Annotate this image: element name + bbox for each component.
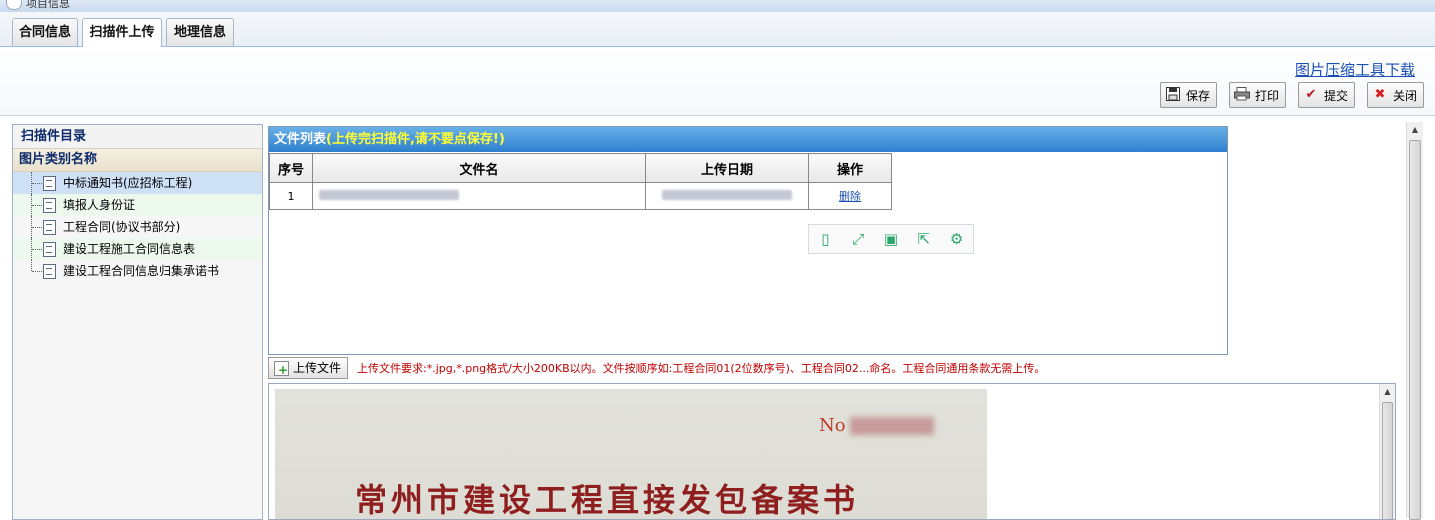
fit-page-icon[interactable]: ▯ <box>809 225 842 253</box>
save-label: 保存 <box>1186 88 1211 103</box>
scan-directory-title: 扫描件目录 <box>13 125 262 148</box>
submit-label: 提交 <box>1324 88 1349 103</box>
printer-icon <box>1234 87 1250 103</box>
document-icon <box>43 220 56 235</box>
download-compress-tool-link[interactable]: 图片压缩工具下载 <box>1295 59 1415 80</box>
tree-item-label: 建设工程合同信息归集承诺书 <box>63 264 220 278</box>
document-title: 常州市建设工程直接发包备案书 <box>355 481 860 519</box>
tree-item-label: 中标通知书(应招标工程) <box>63 176 193 190</box>
col-upload-date: 上传日期 <box>645 153 809 183</box>
row-filename[interactable] <box>312 182 646 210</box>
back-icon[interactable] <box>6 0 22 10</box>
save-button[interactable]: 保存 <box>1160 82 1218 108</box>
col-index: 序号 <box>269 153 313 183</box>
print-button[interactable]: 打印 <box>1229 82 1287 108</box>
file-table: 序号 文件名 上传日期 操作 1 删除 <box>269 153 892 210</box>
floppy-disk-icon <box>1165 87 1181 103</box>
scroll-up-arrow-icon[interactable]: ▲ <box>1380 384 1395 400</box>
tab-contract-info[interactable]: 合同信息 <box>12 18 78 46</box>
close-label: 关闭 <box>1393 88 1418 103</box>
upload-file-button[interactable]: 上传文件 <box>268 357 349 380</box>
file-list-header: 文件列表(上传完扫描件,请不要点保存!) <box>269 127 1227 152</box>
upload-requirements-text: 上传文件要求:*.jpg,*.png格式/大小200KB以内。文件按顺序如:工程… <box>357 362 1046 375</box>
close-icon: ✖ <box>1374 87 1386 102</box>
redacted-filename <box>319 189 459 200</box>
document-number-label: No <box>819 415 846 436</box>
checkmark-icon: ✔ <box>1305 87 1317 102</box>
add-file-icon <box>274 360 289 380</box>
document-icon <box>43 264 56 279</box>
upload-button-label: 上传文件 <box>293 361 342 375</box>
row-upload-date <box>645 182 809 210</box>
tree-item-label: 填报人身份证 <box>63 198 136 212</box>
close-button[interactable]: ✖ 关闭 <box>1367 82 1425 108</box>
document-icon <box>43 176 56 191</box>
preview-scrollbar[interactable]: ▲ <box>1379 384 1395 519</box>
image-preview: No 常州市建设工程直接发包备案书 ▲ <box>268 383 1396 520</box>
tab-strip: 合同信息 扫描件上传 地理信息 <box>0 12 1435 47</box>
tab-scan-upload[interactable]: 扫描件上传 <box>82 18 162 47</box>
redacted-date <box>662 189 792 200</box>
scanned-document-image: No 常州市建设工程直接发包备案书 <box>275 389 987 519</box>
share-icon[interactable]: ⇱ <box>907 225 940 253</box>
settings-gear-icon[interactable]: ⚙ <box>940 225 973 253</box>
submit-button[interactable]: ✔ 提交 <box>1298 82 1356 108</box>
document-icon <box>43 242 56 257</box>
tree-item-label: 建设工程施工合同信息表 <box>63 242 196 256</box>
col-action: 操作 <box>808 153 892 183</box>
fullscreen-icon[interactable]: ⤢ <box>842 225 875 253</box>
table-row: 1 删除 <box>269 182 892 210</box>
file-list-panel: 文件列表(上传完扫描件,请不要点保存!) 序号 文件名 上传日期 操作 1 删除… <box>268 126 1228 355</box>
tree-item[interactable]: 填报人身份证 <box>13 194 262 216</box>
tab-geo-info[interactable]: 地理信息 <box>166 18 234 46</box>
image-category-header: 图片类别名称 <box>13 148 262 172</box>
header-area: 图片压缩工具下载 <box>0 47 1435 115</box>
tree-item[interactable]: 建设工程施工合同信息表 <box>13 238 262 260</box>
delete-link[interactable]: 删除 <box>839 190 861 203</box>
print-label: 打印 <box>1255 88 1280 103</box>
col-filename: 文件名 <box>312 153 646 183</box>
scan-directory-panel: 扫描件目录 图片类别名称 中标通知书(应招标工程) 填报人身份证 工程合同(协议… <box>12 124 263 520</box>
row-index: 1 <box>269 182 313 210</box>
document-icon <box>43 198 56 213</box>
scroll-up-arrow-icon[interactable]: ▲ <box>1407 122 1423 138</box>
save-image-icon[interactable]: ▣ <box>875 225 908 253</box>
file-list-title: 文件列表 <box>274 132 327 147</box>
tree-item-label: 工程合同(协议书部分) <box>63 220 181 234</box>
row-action: 删除 <box>808 182 892 210</box>
tree-item[interactable]: 工程合同(协议书部分) <box>13 216 262 238</box>
scroll-thumb[interactable] <box>1409 140 1421 520</box>
tree-item[interactable]: 中标通知书(应招标工程) <box>13 172 262 194</box>
page-scrollbar[interactable]: ▲ <box>1406 122 1423 520</box>
window-title: 项目信息 <box>26 0 70 10</box>
image-toolbar: ▯ ⤢ ▣ ⇱ ⚙ <box>808 224 974 254</box>
divider <box>0 115 1435 116</box>
tree-item[interactable]: 建设工程合同信息归集承诺书 <box>13 260 262 282</box>
file-list-hint: (上传完扫描件,请不要点保存!) <box>326 132 505 147</box>
scroll-thumb[interactable] <box>1382 402 1393 519</box>
redacted-document-number <box>850 417 934 435</box>
